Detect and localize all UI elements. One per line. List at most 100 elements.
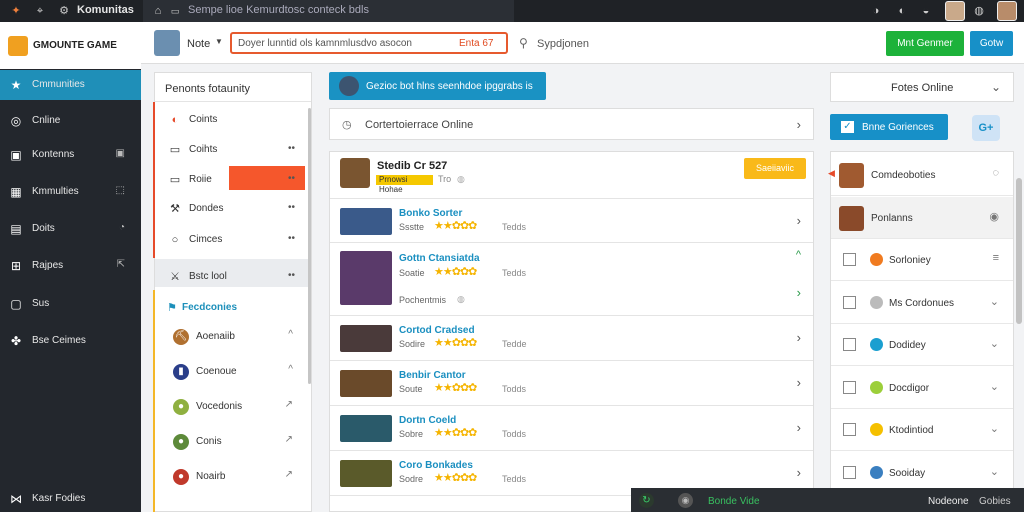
checkbox[interactable] — [843, 423, 856, 436]
friend-row[interactable]: Sorloniey ≡ — [831, 239, 1013, 281]
chevron-right-icon: › — [796, 117, 801, 132]
row-action-icon[interactable]: ⌄ — [990, 465, 999, 478]
friends-scrollbar[interactable] — [1016, 178, 1022, 324]
gift-icon: ⊞ — [10, 259, 22, 273]
pinned-game-row[interactable]: Stedib Cr 527 Prnowsi Hohae Tro ◍ Saeiia… — [330, 152, 813, 199]
row-action-icon[interactable]: ⌄ — [990, 380, 999, 393]
chevron-right-icon[interactable]: › — [797, 375, 801, 390]
info-icon[interactable]: ◍ — [457, 174, 465, 185]
category-item[interactable]: ⚔ Bstc lool •• — [155, 262, 307, 292]
category-item[interactable]: ▭ Coihts •• — [155, 135, 307, 165]
game-thumbnail — [340, 325, 392, 352]
game-row[interactable]: Cortod Cradsed Sodire ★★✿✿✿ Tedde › — [330, 316, 813, 361]
row-action-icon[interactable]: ⌄ — [990, 337, 999, 350]
sidebar-item[interactable]: ▣ Kontenns ▣ — [0, 140, 141, 170]
search-suggest-label[interactable]: Sypdjonen — [537, 38, 589, 50]
friends-online-select[interactable]: Fotes Online ⌄ — [830, 72, 1014, 102]
friend-row[interactable]: Ms Cordonues ⌄ — [831, 282, 1013, 324]
secondary-button[interactable]: Gotw — [970, 31, 1013, 56]
logo-area[interactable]: GMOUNTE GAME — [0, 22, 141, 69]
friend-label: Ktodintiod — [889, 425, 934, 436]
category-item[interactable]: ◐ Coints — [155, 105, 307, 135]
gear-icon[interactable]: ⚙ — [57, 4, 71, 18]
sidebar-item-badge-icon: ⬚ — [115, 185, 125, 196]
featured-item[interactable]: ● Vocedonis ↗ — [155, 390, 307, 424]
chevron-right-icon[interactable]: › — [797, 330, 801, 345]
sidebar-item[interactable]: ▢ Sus — [0, 289, 141, 319]
notification-icon[interactable]: ◐ — [895, 4, 909, 18]
row-action-icon[interactable]: ◌ — [992, 167, 999, 179]
user-avatar[interactable] — [945, 1, 965, 21]
friend-row[interactable]: Ktodintiod ⌄ — [831, 409, 1013, 451]
refresh-icon[interactable]: ↻ — [639, 493, 654, 508]
sidebar-item[interactable]: ▦ Kmmulties ⬚ — [0, 177, 141, 207]
help-icon[interactable]: ◑ — [869, 4, 883, 18]
chevron-up-icon[interactable]: ^ — [796, 249, 801, 261]
sidebar-item[interactable]: ✤ Bse Ceimes — [0, 326, 141, 356]
game-row[interactable]: Dortn Coeld Sobre ★★✿✿✿ Todds › — [330, 406, 813, 451]
checkbox[interactable] — [843, 380, 856, 394]
profile-avatar[interactable] — [997, 1, 1017, 21]
chevron-right-icon[interactable]: › — [797, 213, 801, 228]
friend-row[interactable]: Comdeoboties ◌ — [831, 154, 1013, 196]
menu-icon[interactable]: ✦ — [9, 4, 23, 18]
featured-accent-rail — [153, 290, 155, 512]
puzzle-icon: ✤ — [10, 334, 22, 348]
info-icon[interactable]: ◍ — [457, 294, 465, 305]
row-action-icon[interactable]: ⌄ — [990, 422, 999, 435]
friend-row[interactable]: Docdigor ⌄ — [831, 367, 1013, 409]
games-button-label: Bnne Goriences — [862, 122, 934, 133]
category-item[interactable]: ⚒ Dondes •• — [155, 194, 307, 224]
friend-row[interactable]: Ponlanns ◉ — [831, 196, 1013, 239]
chevron-right-icon[interactable]: › — [797, 420, 801, 435]
announcement-banner[interactable]: Gezioc bot hlns seenhdoe ipggrabs is — [329, 72, 546, 100]
checkbox[interactable] — [843, 253, 856, 266]
bell-icon[interactable]: ◒ — [919, 4, 933, 18]
featured-item[interactable]: ● Noairb ↗ — [155, 460, 307, 494]
rating-stars-icon: ★★✿✿✿ — [434, 382, 477, 394]
sidebar-item-label: Kmmulties — [32, 186, 79, 197]
category-label: Roiie — [189, 174, 212, 185]
featured-item[interactable]: ⛏ Aoenaiib ^ — [155, 320, 307, 354]
sidebar-item[interactable]: ▤ Doits ◔ — [0, 214, 141, 244]
google-plus-icon[interactable]: G+ — [972, 115, 1000, 141]
settings-icon[interactable]: ◍ — [972, 4, 986, 18]
more-icon: •• — [287, 233, 295, 244]
chevron-right-icon[interactable]: › — [797, 465, 801, 480]
pin-icon[interactable]: ⌖ — [33, 4, 47, 18]
category-item[interactable]: ○ Cimces •• — [155, 225, 307, 255]
search-icon[interactable]: ⚲ — [519, 36, 528, 50]
grid-icon: ▦ — [10, 185, 22, 199]
sidebar-item[interactable]: ⋈ Kasr Fodies — [0, 484, 141, 512]
category-item[interactable]: ▭ Roiie •• — [155, 165, 307, 195]
games-button[interactable]: ✓ Bnne Goriences — [830, 114, 948, 140]
featured-item[interactable]: ● Conis ↗ — [155, 425, 307, 459]
game-row[interactable]: Benbir Cantor Soute ★★✿✿✿ Todds › — [330, 361, 813, 406]
game-row[interactable]: Gottn Ctansiatda Soatie ★★✿✿✿ Tedds ^ Pochent… — [330, 243, 813, 316]
header-avatar[interactable] — [154, 30, 180, 56]
header-user-name[interactable]: Note — [187, 38, 210, 50]
pinned-note-bubble[interactable]: Saeiiaviic — [744, 158, 806, 179]
friend-row[interactable]: Dodidey ⌄ — [831, 324, 1013, 366]
frame-icon: ▢ — [10, 297, 22, 311]
chat-footer[interactable]: ↻ ◉ Bonde Vide Nodeone Gobies — [631, 488, 1024, 512]
sidebar-item[interactable]: ◎ Cnline — [0, 106, 141, 136]
row-action-icon[interactable]: ≡ — [993, 252, 999, 264]
chevron-down-icon[interactable]: ▼ — [215, 37, 223, 46]
checkbox[interactable] — [843, 338, 856, 351]
chevron-right-icon[interactable]: › — [797, 285, 801, 300]
sidebar-item[interactable]: ⊞ Rajpes ⇱ — [0, 251, 141, 281]
friend-label: Docdigor — [889, 382, 930, 394]
chat-action-label[interactable]: Gobies — [979, 496, 1011, 507]
primary-button[interactable]: Mnt Genmer — [886, 31, 964, 56]
row-action-icon[interactable]: ⌄ — [990, 295, 999, 308]
sidebar-item[interactable]: ★ Cmmunities — [0, 70, 141, 100]
featured-item[interactable]: ▮ Coenoue ^ — [155, 355, 307, 389]
checkbox[interactable] — [843, 465, 856, 479]
row-action-icon[interactable]: ◉ — [989, 210, 999, 223]
online-dropdown[interactable]: ◷ Cortertoierrace Online › — [329, 108, 814, 140]
featured-item-label: Noairb — [196, 471, 226, 482]
game-row[interactable]: Bonko Sorter Ssstte ★★✿✿✿ Tedds › — [330, 199, 813, 243]
checkbox[interactable] — [843, 295, 856, 309]
categories-scrollbar[interactable] — [308, 108, 311, 384]
